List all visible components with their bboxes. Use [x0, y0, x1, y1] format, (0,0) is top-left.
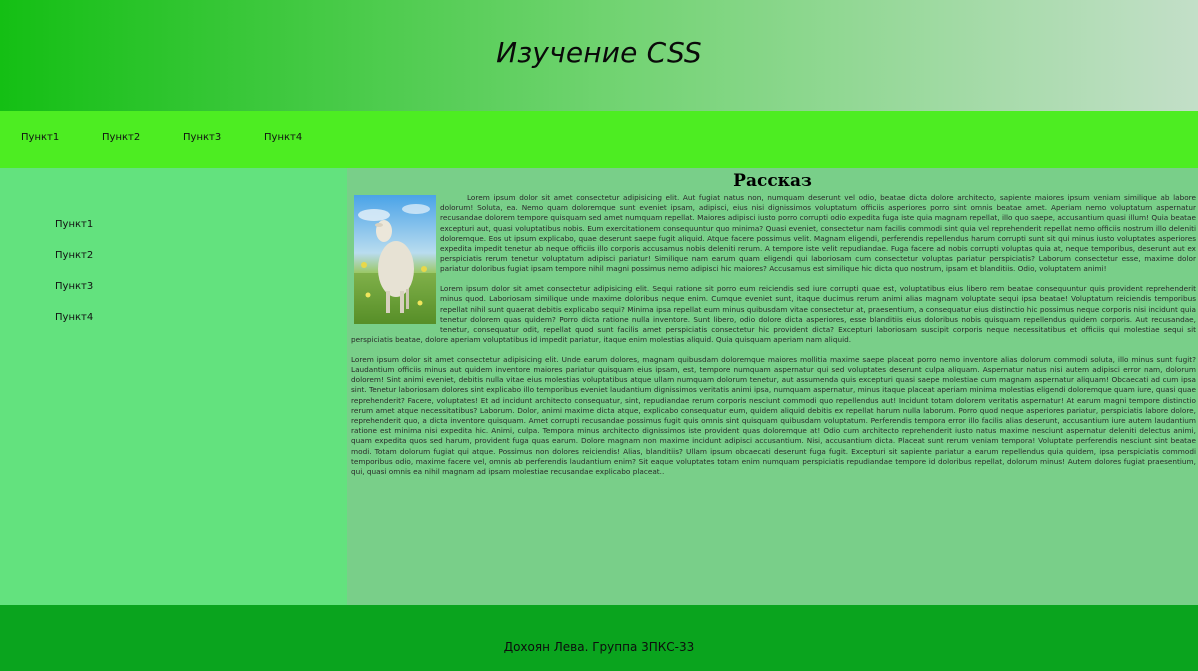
- topnav-item-3[interactable]: Пункт3: [183, 132, 221, 143]
- page-header: Изучение CSS: [0, 0, 1198, 111]
- page-title: Изучение CSS: [496, 36, 702, 69]
- article-content: Рассказ Lorem ipsum dolor sit amet conse…: [347, 168, 1198, 605]
- page-footer: Дохоян Лева. Группа 3ПКС-33: [0, 605, 1198, 671]
- sidebar-item-4[interactable]: Пункт4: [55, 312, 93, 323]
- topnav-item-1[interactable]: Пункт1: [21, 132, 59, 143]
- article-paragraph-3: Lorem ipsum dolor sit amet consectetur a…: [351, 354, 1196, 477]
- topnav-item-4[interactable]: Пункт4: [264, 132, 302, 143]
- footer-text: Дохоян Лева. Группа 3ПКС-33: [503, 640, 695, 654]
- sidebar-item-3[interactable]: Пункт3: [55, 281, 93, 292]
- sidebar-item-1[interactable]: Пункт1: [55, 219, 93, 230]
- topnav-item-2[interactable]: Пункт2: [102, 132, 140, 143]
- sidebar: Пункт1 Пункт2 Пункт3 Пункт4: [0, 168, 347, 605]
- article-body: Lorem ipsum dolor sit amet consectetur a…: [351, 193, 1196, 487]
- article-paragraph-2: Lorem ipsum dolor sit amet consectetur a…: [351, 284, 1196, 345]
- goat-photo: [354, 195, 436, 324]
- top-navigation: Пункт1 Пункт2 Пункт3 Пункт4: [0, 111, 1198, 168]
- sidebar-item-2[interactable]: Пункт2: [55, 250, 93, 261]
- article-title: Рассказ: [733, 171, 812, 191]
- article-paragraph-1: Lorem ipsum dolor sit amet consectetur a…: [440, 193, 1196, 274]
